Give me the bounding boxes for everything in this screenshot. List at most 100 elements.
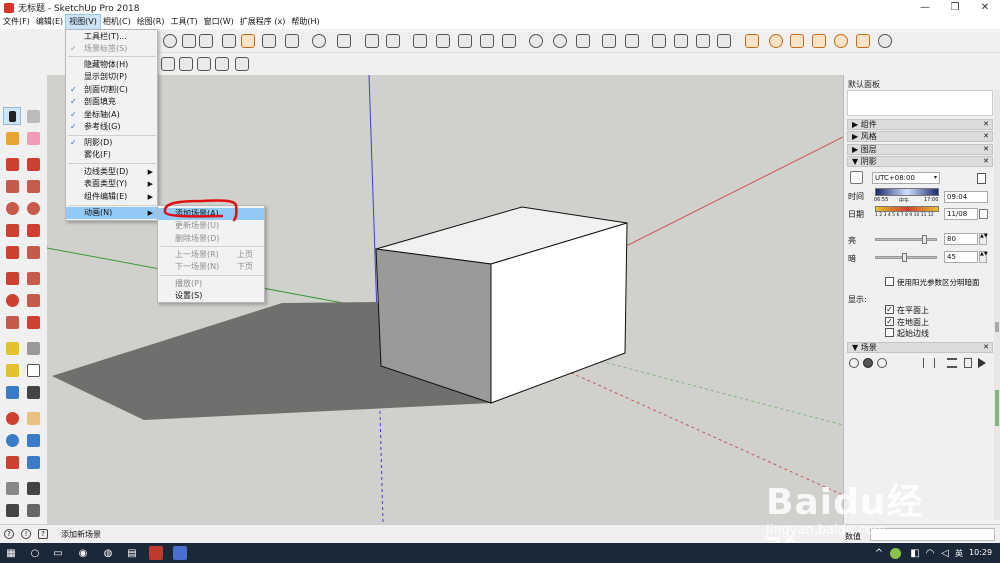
menu-help[interactable]: 帮助(H) xyxy=(288,15,322,29)
close-icon[interactable]: ✕ xyxy=(983,145,989,154)
cube-view-icon[interactable] xyxy=(434,32,452,50)
view-menu-item-edge-style[interactable]: 边线类型(D) ▶ xyxy=(66,166,157,178)
view-menu-item-axes[interactable]: ✓ 坐标轴(A) xyxy=(66,109,157,121)
section-shadows[interactable]: ▼ 阴影 ✕ xyxy=(847,156,993,167)
check-circle-icon[interactable] xyxy=(527,32,545,50)
panel-scrollbar[interactable] xyxy=(994,90,1000,520)
use-sun-checkbox[interactable] xyxy=(885,277,894,286)
look-around-icon[interactable] xyxy=(24,479,42,497)
slider-thumb[interactable] xyxy=(922,235,927,244)
adjust-icon[interactable] xyxy=(335,32,353,50)
scene-icon[interactable] xyxy=(600,32,618,50)
cortana-search-icon[interactable]: ○ xyxy=(28,546,42,560)
tray-app-icon[interactable] xyxy=(890,548,901,559)
light-slider[interactable] xyxy=(875,235,937,244)
bracket-icon[interactable] xyxy=(743,32,761,50)
menu-camera[interactable]: 相机(C) xyxy=(100,15,134,29)
refresh-scene-icon[interactable] xyxy=(849,358,859,368)
submenu-item-settings[interactable]: 设置(S) xyxy=(158,290,264,302)
object-icon[interactable] xyxy=(574,32,592,50)
rectangle-icon[interactable] xyxy=(3,177,21,195)
view-menu-item-section-fill[interactable]: ✓ 剖面填充 xyxy=(66,96,157,108)
text-icon[interactable] xyxy=(24,361,42,379)
view-menu-item-scene-tabs[interactable]: ✓ 场景标签(S) xyxy=(66,43,157,55)
dimension-icon[interactable] xyxy=(24,339,42,357)
rotated-rectangle-icon[interactable] xyxy=(24,177,42,195)
view-options-icon[interactable] xyxy=(947,358,957,368)
view-menu-item-face-style[interactable]: 表面类型(Y) ▶ xyxy=(66,178,157,190)
view-menu-item-section-cuts[interactable]: ✓ 剖面切割(C) xyxy=(66,84,157,96)
close-icon[interactable]: ✕ xyxy=(983,132,989,141)
submenu-item-next-scene[interactable]: 下一场景(N) 下页 xyxy=(158,261,264,273)
on-ground-checkbox[interactable]: ✓ xyxy=(885,317,894,326)
close-icon[interactable]: ✕ xyxy=(983,157,989,166)
view-menu-item-guides[interactable]: ✓ 参考线(G) xyxy=(66,121,157,133)
terrain-icon[interactable] xyxy=(623,32,641,50)
windows-start-icon[interactable]: ▦ xyxy=(4,546,18,560)
light-spinner-icon[interactable]: ▲▼ xyxy=(979,233,988,245)
orbit-tool-icon[interactable] xyxy=(161,32,179,50)
maximize-button[interactable]: ❐ xyxy=(940,0,970,15)
close-icon[interactable]: ✕ xyxy=(983,120,989,129)
speaker-icon[interactable] xyxy=(310,32,328,50)
date-slider[interactable] xyxy=(875,206,939,212)
scrollbar-thumb-scenes[interactable] xyxy=(995,390,999,426)
follow-me-icon[interactable] xyxy=(24,291,42,309)
menu-view[interactable]: 视图(V) xyxy=(65,14,101,30)
subtract-icon[interactable] xyxy=(233,55,251,73)
add-scene-icon[interactable] xyxy=(863,358,873,368)
credits-icon[interactable]: ! xyxy=(21,529,31,539)
menu-tools[interactable]: 工具(T) xyxy=(168,15,201,29)
pie-icon[interactable] xyxy=(24,243,42,261)
triangle-icon[interactable] xyxy=(788,32,806,50)
make-component-icon[interactable] xyxy=(24,107,42,125)
task-view-icon[interactable]: ▭ xyxy=(51,546,65,560)
two-point-arc-icon[interactable] xyxy=(24,221,42,239)
sun-icon[interactable] xyxy=(832,32,850,50)
network-icon[interactable]: ◧ xyxy=(908,546,922,560)
info-icon[interactable] xyxy=(384,32,402,50)
position-camera-icon[interactable] xyxy=(3,479,21,497)
close-button[interactable]: ✕ xyxy=(970,0,1000,15)
input-language[interactable]: 英 xyxy=(955,548,963,559)
submenu-item-delete-scene[interactable]: 删除场景(D) xyxy=(158,233,264,245)
close-icon[interactable]: ✕ xyxy=(983,343,989,352)
from-edges-checkbox[interactable] xyxy=(885,328,894,337)
select-arrow-icon[interactable] xyxy=(3,107,21,125)
view-menu-item-toolbars[interactable]: 工具栏(T)... xyxy=(66,31,157,43)
dark-slider[interactable] xyxy=(875,253,937,262)
window-b-icon[interactable] xyxy=(672,32,690,50)
message-icon[interactable] xyxy=(363,32,381,50)
tray-chevron-icon[interactable]: ^ xyxy=(872,546,886,560)
three-point-arc-icon[interactable] xyxy=(3,243,21,261)
instructor-icon[interactable]: ? xyxy=(38,529,48,539)
app-taskbar-icon[interactable] xyxy=(173,546,187,560)
on-faces-checkbox[interactable]: ✓ xyxy=(885,305,894,314)
geo-location-icon[interactable]: ? xyxy=(4,529,14,539)
sandbox-icon[interactable] xyxy=(411,32,429,50)
sketchup-taskbar-icon[interactable] xyxy=(149,546,163,560)
grass-icon[interactable] xyxy=(478,32,496,50)
zoom-extents-icon[interactable] xyxy=(3,453,21,471)
layout-icon[interactable] xyxy=(260,32,278,50)
camera-icon[interactable] xyxy=(197,32,215,50)
paint-bucket-icon[interactable] xyxy=(3,129,21,147)
component-icon[interactable] xyxy=(283,32,301,50)
scene-details-icon[interactable] xyxy=(964,358,972,368)
section-layers[interactable]: ▶ 图层 ✕ xyxy=(847,144,993,155)
walk-icon[interactable] xyxy=(3,501,21,519)
polygon-icon[interactable] xyxy=(24,199,42,217)
rotate-icon[interactable] xyxy=(3,291,21,309)
menu-edit[interactable]: 编辑(E) xyxy=(33,15,66,29)
section-plane-icon[interactable] xyxy=(24,501,42,519)
wechat-icon[interactable]: ◍ xyxy=(101,546,115,560)
window-c-icon[interactable] xyxy=(694,32,712,50)
warehouse-icon[interactable] xyxy=(220,32,238,50)
submenu-item-previous-scene[interactable]: 上一场景(R) 上页 xyxy=(158,249,264,261)
split-icon[interactable] xyxy=(213,55,231,73)
date-input[interactable]: 11/08 xyxy=(944,208,978,220)
browser-icon[interactable]: ◉ xyxy=(76,546,90,560)
shadow-toggle-icon[interactable] xyxy=(850,171,863,184)
previous-view-icon[interactable] xyxy=(24,453,42,471)
window-a-icon[interactable] xyxy=(650,32,668,50)
